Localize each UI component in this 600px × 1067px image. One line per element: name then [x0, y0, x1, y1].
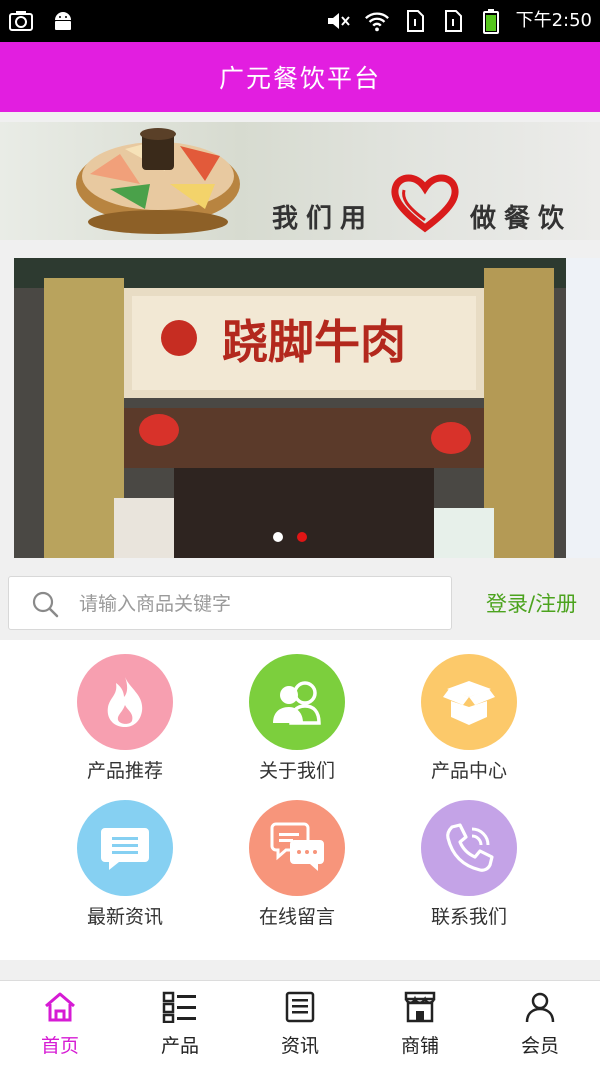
- image-carousel[interactable]: 跷脚牛肉: [14, 258, 566, 558]
- carousel-dots: [14, 532, 566, 542]
- grid-item-product-center[interactable]: 产品中心: [384, 654, 554, 783]
- carousel-dot-active[interactable]: [297, 532, 307, 542]
- grid-label: 产品中心: [430, 760, 507, 782]
- wifi-icon: [364, 8, 390, 34]
- search-input[interactable]: [79, 587, 439, 621]
- mute-icon: [326, 8, 352, 34]
- hotpot-image: [76, 128, 240, 234]
- news-icon: [284, 991, 316, 1027]
- android-icon: [50, 8, 76, 34]
- nav-label: 产品: [160, 1035, 199, 1057]
- screenshot-icon: [8, 8, 34, 34]
- search-row: 登录/注册: [0, 566, 600, 636]
- grid-list-icon: [162, 991, 198, 1027]
- box-icon: [421, 654, 517, 750]
- search-box[interactable]: [8, 576, 452, 630]
- status-bar: 下午2:50: [0, 0, 600, 42]
- slogan-banner[interactable]: 我们用 做餐饮: [0, 122, 600, 240]
- fire-icon: [77, 654, 173, 750]
- nav-label: 商铺: [400, 1035, 439, 1057]
- phone-icon: [421, 800, 517, 896]
- feature-grid: 产品推荐 关于我们 产品中心 最新资讯 在线留言 联系我们: [0, 640, 600, 960]
- user-icon: [524, 991, 556, 1027]
- home-icon: [43, 991, 77, 1027]
- shop-icon: [403, 991, 437, 1027]
- bottom-nav: 首页 产品 资讯 商铺 会员: [0, 980, 600, 1067]
- storefront-image: 跷脚牛肉: [14, 258, 566, 558]
- nav-item-home[interactable]: 首页: [0, 981, 120, 1067]
- grid-label: 联系我们: [430, 906, 507, 928]
- nav-item-member[interactable]: 会员: [480, 981, 600, 1067]
- grid-item-products-recommend[interactable]: 产品推荐: [40, 654, 210, 783]
- status-time: 下午2:50: [515, 10, 592, 31]
- grid-label: 关于我们: [258, 760, 335, 782]
- sign-text: 跷脚牛肉: [222, 315, 406, 369]
- carousel-edge: [566, 258, 600, 558]
- grid-item-about-us[interactable]: 关于我们: [212, 654, 382, 783]
- chat-icon: [249, 800, 345, 896]
- app-header: 广元餐饮平台: [0, 42, 600, 112]
- app-screen: 下午2:50 广元餐饮平台 我们用 做餐饮 跷脚牛肉 请输入商品关键字 登录/注…: [0, 0, 600, 1067]
- nav-label: 资讯: [280, 1035, 319, 1057]
- grid-label: 最新资讯: [86, 906, 163, 928]
- nav-item-news[interactable]: 资讯: [240, 981, 360, 1067]
- heart-icon: [388, 170, 462, 238]
- grid-item-contact-us[interactable]: 联系我们: [384, 800, 554, 929]
- slogan-text-left: 我们用: [272, 204, 375, 234]
- nav-label: 会员: [520, 1035, 559, 1057]
- users-icon: [249, 654, 345, 750]
- battery-icon: [478, 8, 504, 34]
- nav-item-products[interactable]: 产品: [120, 981, 240, 1067]
- grid-item-latest-news[interactable]: 最新资讯: [40, 800, 210, 929]
- grid-label: 产品推荐: [86, 760, 163, 782]
- page-title: 广元餐饮平台: [218, 64, 381, 93]
- carousel-dot[interactable]: [273, 532, 283, 542]
- sim-icon: [402, 8, 428, 34]
- login-register-link[interactable]: 登录/注册: [486, 588, 577, 618]
- slogan-text-right: 做餐饮: [470, 204, 573, 234]
- grid-label: 在线留言: [258, 906, 335, 928]
- nav-item-shops[interactable]: 商铺: [360, 981, 480, 1067]
- sim-icon: [440, 8, 466, 34]
- grid-item-online-message[interactable]: 在线留言: [212, 800, 382, 929]
- nav-label: 首页: [40, 1035, 79, 1057]
- message-icon: [77, 800, 173, 896]
- search-icon: [31, 590, 59, 622]
